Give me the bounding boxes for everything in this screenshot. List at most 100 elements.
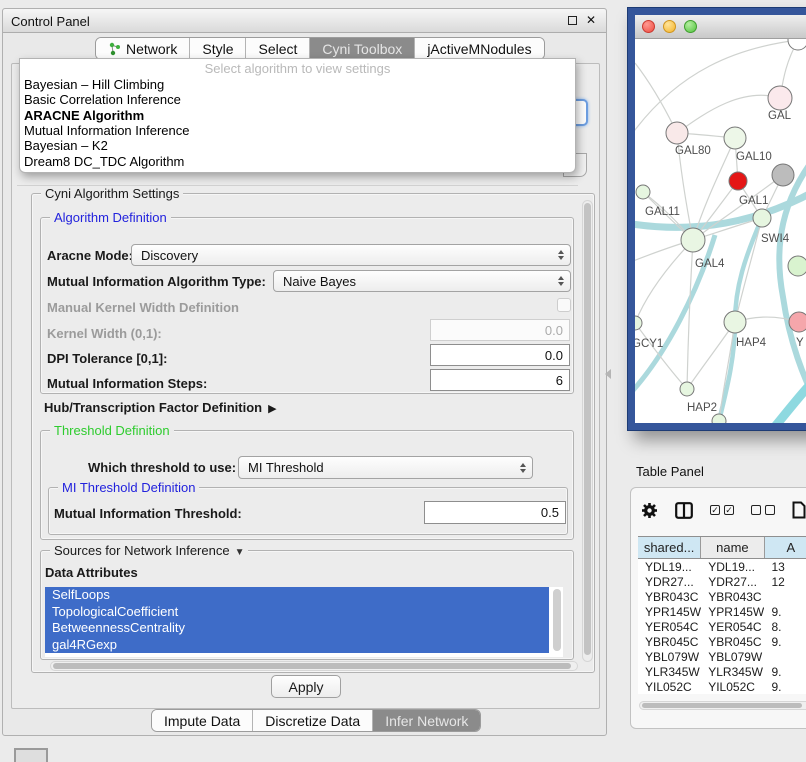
column-header-a[interactable]: A bbox=[765, 537, 806, 558]
network-node-gal11[interactable] bbox=[636, 185, 650, 199]
attribute-item-gal4rgexp[interactable]: gal4RGexp bbox=[45, 637, 549, 654]
sources-toggle[interactable]: Sources for Network Inference▼ bbox=[50, 543, 248, 558]
control-panel-titlebar: Control Panel ✕ bbox=[3, 9, 606, 33]
tab-select[interactable]: Select bbox=[246, 38, 310, 59]
document-icon[interactable] bbox=[792, 501, 806, 519]
column-header-shared-[interactable]: shared... bbox=[638, 537, 701, 558]
hub-definition-toggle[interactable]: Hub/Transcription Factor Definition▶ bbox=[44, 400, 277, 415]
node-label: GCY1 bbox=[635, 338, 663, 350]
table-row[interactable]: YPR145WYPR145W9. bbox=[638, 604, 806, 619]
network-node-hap4[interactable] bbox=[724, 311, 746, 333]
network-node[interactable] bbox=[729, 172, 747, 190]
kernel-width-label: Kernel Width (0,1): bbox=[47, 326, 162, 341]
attribute-item-selfloops[interactable]: SelfLoops bbox=[45, 587, 549, 604]
tab-cyni-toolbox[interactable]: Cyni Toolbox bbox=[310, 38, 415, 59]
float-window-icon[interactable] bbox=[568, 16, 577, 25]
dpi-tolerance-field[interactable]: 0.0 bbox=[430, 344, 570, 366]
minimized-panel-fragment[interactable] bbox=[14, 748, 48, 762]
sources-group: Sources for Network Inference▼ Data Attr… bbox=[40, 550, 574, 660]
kernel-width-field[interactable]: 0.0 bbox=[430, 319, 570, 341]
attribute-item-betweennesscentrality[interactable]: BetweennessCentrality bbox=[45, 620, 549, 637]
data-attributes-list[interactable]: SelfLoopsTopologicalCoefficientBetweenne… bbox=[45, 587, 563, 657]
which-threshold-select[interactable]: MI Threshold bbox=[238, 456, 533, 479]
network-node-swi4[interactable] bbox=[788, 256, 806, 276]
network-node[interactable] bbox=[712, 414, 726, 423]
tab-impute-data[interactable]: Impute Data bbox=[152, 710, 253, 731]
algorithm-option-basic-correlation-inference[interactable]: Basic Correlation Inference bbox=[20, 92, 575, 107]
table-row[interactable]: YLR345WYLR345W9. bbox=[638, 664, 806, 679]
network-node-hap2[interactable] bbox=[680, 382, 694, 396]
table-cell: YPR145W bbox=[638, 604, 701, 619]
mi-threshold-group: MI Threshold Definition Mutual Informati… bbox=[48, 487, 568, 535]
node-table[interactable]: shared...nameA YDL19...YDL19...13YDR27..… bbox=[638, 536, 806, 694]
mi-type-label: Mutual Information Algorithm Type: bbox=[47, 274, 266, 289]
network-node-gal1[interactable] bbox=[753, 209, 771, 227]
tab-label: Cyni Toolbox bbox=[322, 41, 402, 57]
mi-type-select[interactable]: Naive Bayes bbox=[273, 270, 571, 292]
algorithm-option-dream8-dc-tdc-algorithm[interactable]: Dream8 DC_TDC Algorithm bbox=[20, 154, 575, 169]
aracne-mode-value: Discovery bbox=[141, 248, 198, 263]
network-node-gal80[interactable] bbox=[666, 122, 688, 144]
table-row[interactable]: YDL19...YDL19...13 bbox=[638, 559, 806, 574]
network-node-gcy1[interactable] bbox=[635, 316, 642, 330]
gear-icon[interactable] bbox=[641, 502, 658, 519]
table-cell: 9. bbox=[764, 634, 806, 649]
network-canvas[interactable]: GALGAL80GAL10GAL1GAL11GAL4SWI4GCY1HAP4YH… bbox=[635, 39, 806, 423]
network-node-gal[interactable] bbox=[768, 86, 792, 110]
panel-splitter-arrow[interactable] bbox=[605, 369, 611, 379]
tab-jactivemnodules[interactable]: jActiveMNodules bbox=[415, 38, 543, 59]
cyni-algorithm-settings-group: Cyni Algorithm Settings Algorithm Defini… bbox=[31, 193, 595, 673]
network-graph: GALGAL80GAL10GAL1GAL11GAL4SWI4GCY1HAP4YH… bbox=[635, 39, 806, 423]
tab-label: Network bbox=[126, 41, 177, 57]
table-row[interactable]: YBR043CYBR043C bbox=[638, 589, 806, 604]
apply-button[interactable]: Apply bbox=[271, 675, 341, 698]
table-cell: YIL052C bbox=[638, 679, 701, 694]
control-panel-tabs: Network StyleSelect Cyni Toolbox jActiveMNo… bbox=[95, 37, 545, 60]
settings-horizontal-scrollbar[interactable] bbox=[50, 661, 578, 671]
settings-vertical-scrollbar[interactable] bbox=[582, 200, 593, 662]
table-cell: YIL052C bbox=[701, 679, 764, 694]
network-node[interactable] bbox=[772, 164, 794, 186]
close-traffic-light-icon[interactable] bbox=[642, 20, 655, 33]
network-node-gal4[interactable] bbox=[681, 228, 705, 252]
tab-infer-network[interactable]: Infer Network bbox=[373, 710, 480, 731]
manual-kernel-label: Manual Kernel Width Definition bbox=[47, 300, 239, 315]
zoom-traffic-light-icon[interactable] bbox=[684, 20, 697, 33]
column-header-name[interactable]: name bbox=[701, 537, 764, 558]
network-node-gal10[interactable] bbox=[724, 127, 746, 149]
mi-steps-field[interactable]: 6 bbox=[430, 369, 570, 391]
tab-network[interactable]: Network bbox=[96, 38, 190, 59]
columns-icon[interactable] bbox=[675, 502, 693, 519]
tab-discretize-data[interactable]: Discretize Data bbox=[253, 710, 373, 731]
list-scrollbar[interactable] bbox=[553, 589, 561, 651]
table-row[interactable]: YER054CYER054C8. bbox=[638, 619, 806, 634]
table-row[interactable]: YBL079WYBL079W bbox=[638, 649, 806, 664]
table-cell: 12 bbox=[764, 574, 806, 589]
manual-kernel-checkbox[interactable] bbox=[557, 298, 571, 312]
algorithm-option-bayesian-hill-climbing[interactable]: Bayesian – Hill Climbing bbox=[20, 77, 575, 92]
algorithm-option-bayesian-k2[interactable]: Bayesian – K2 bbox=[20, 138, 575, 153]
tab-style[interactable]: Style bbox=[190, 38, 246, 59]
mi-threshold-field[interactable]: 0.5 bbox=[424, 501, 566, 524]
table-cell: YER054C bbox=[638, 619, 701, 634]
algorithm-option-mutual-information-inference[interactable]: Mutual Information Inference bbox=[20, 123, 575, 138]
algorithm-option-aracne-algorithm[interactable]: ARACNE Algorithm bbox=[20, 108, 575, 123]
network-edge bbox=[677, 95, 780, 133]
group-title: MI Threshold Definition bbox=[58, 480, 199, 495]
checked-boxes-icon[interactable]: ✓✓ bbox=[710, 505, 734, 515]
table-cell: YBL079W bbox=[701, 649, 764, 664]
unchecked-boxes-icon[interactable] bbox=[751, 505, 775, 515]
network-node[interactable] bbox=[788, 39, 806, 50]
table-row[interactable]: YDR27...YDR27...12 bbox=[638, 574, 806, 589]
table-cell: YLR345W bbox=[638, 664, 701, 679]
table-row[interactable]: YBR045CYBR045C9. bbox=[638, 634, 806, 649]
minimize-traffic-light-icon[interactable] bbox=[663, 20, 676, 33]
dpi-tolerance-label: DPI Tolerance [0,1]: bbox=[47, 351, 167, 366]
collapse-down-icon: ▼ bbox=[235, 547, 245, 558]
attribute-item-topologicalcoefficient[interactable]: TopologicalCoefficient bbox=[45, 604, 549, 621]
table-row[interactable]: YIL052CYIL052C9. bbox=[638, 679, 806, 694]
table-horizontal-scrollbar[interactable] bbox=[639, 701, 806, 710]
close-icon[interactable]: ✕ bbox=[586, 13, 596, 27]
aracne-mode-select[interactable]: Discovery bbox=[131, 244, 571, 266]
network-node-y[interactable] bbox=[789, 312, 806, 332]
